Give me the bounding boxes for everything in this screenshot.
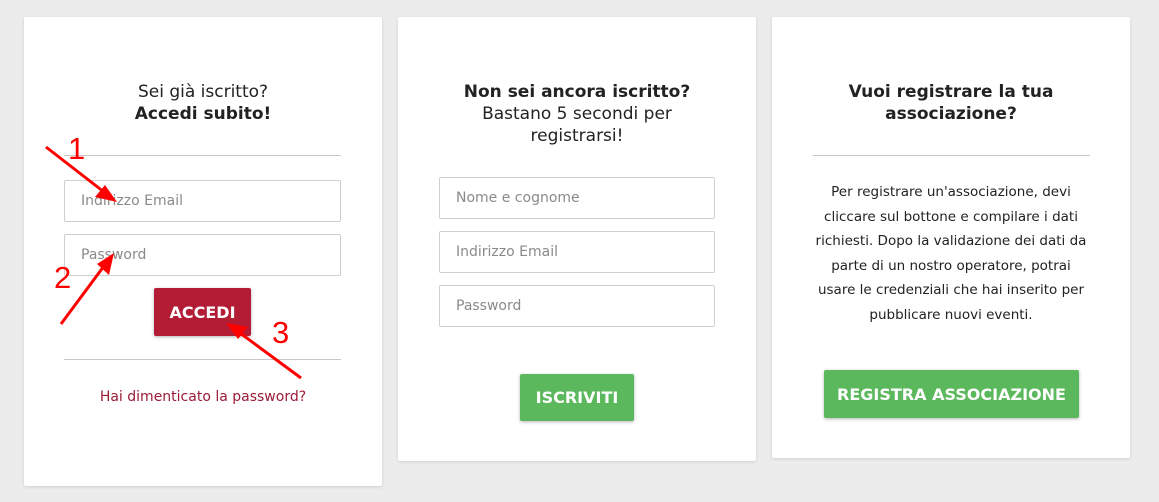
login-card: Sei già iscritto? Accedi subito! ACCEDI … (24, 17, 382, 486)
association-card: Vuoi registrare la tua associazione? Per… (772, 17, 1130, 458)
association-title: Vuoi registrare la tua associazione? (772, 81, 1130, 125)
association-divider (813, 155, 1090, 156)
association-title-line1: Vuoi registrare la tua (848, 82, 1054, 102)
register-name-input[interactable] (439, 177, 715, 219)
register-title: Non sei ancora iscritto? Bastano 5 secon… (398, 81, 756, 147)
register-email-input[interactable] (439, 231, 715, 273)
login-submit-button[interactable]: ACCEDI (154, 288, 251, 336)
login-divider-bottom (64, 359, 341, 360)
annotation-label-3: 3 (272, 315, 290, 350)
login-title-line2: Accedi subito! (134, 104, 272, 124)
association-description: Per registrare un'associazione, devi cli… (815, 184, 1087, 323)
forgot-password-link[interactable]: Hai dimenticato la password? (24, 389, 382, 405)
annotation-label-1: 1 (68, 131, 86, 166)
register-card: Non sei ancora iscritto? Bastano 5 secon… (398, 17, 756, 461)
login-email-input[interactable] (64, 180, 341, 222)
register-title-line3: registrarsi! (530, 126, 624, 146)
login-title-line1: Sei già iscritto? (137, 82, 269, 102)
register-title-line1: Non sei ancora iscritto? (463, 82, 691, 102)
register-association-button[interactable]: REGISTRA ASSOCIAZIONE (824, 370, 1079, 418)
login-title: Sei già iscritto? Accedi subito! (24, 81, 382, 125)
register-submit-button[interactable]: ISCRIVITI (520, 374, 634, 421)
association-title-line2: associazione? (885, 104, 1017, 124)
login-password-input[interactable] (64, 234, 341, 276)
register-password-input[interactable] (439, 285, 715, 327)
register-title-line2: Bastano 5 secondi per (482, 104, 672, 124)
login-divider-top (64, 155, 341, 156)
annotation-label-2: 2 (54, 260, 72, 295)
